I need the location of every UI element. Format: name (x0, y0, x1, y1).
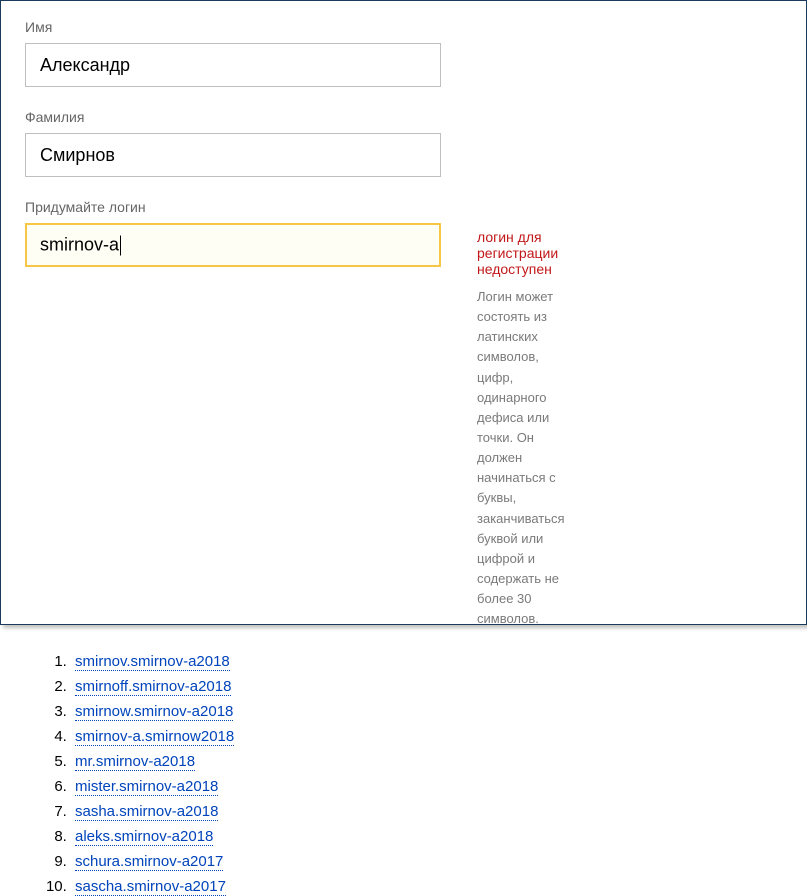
login-suggestion-link[interactable]: mister.smirnov-a2018 (75, 778, 218, 796)
login-suggestion-link[interactable]: smirnov-a.smirnow2018 (75, 728, 234, 746)
login-suggestion-item: sascha.smirnov-a2017 (71, 878, 441, 895)
first-name-label: Имя (25, 19, 441, 35)
login-suggestion-link[interactable]: schura.smirnov-a2017 (75, 853, 223, 871)
login-suggestion-link[interactable]: mr.smirnov-a2018 (75, 753, 195, 771)
last-name-field-block: Фамилия (25, 109, 441, 177)
first-name-input[interactable] (25, 43, 441, 87)
login-suggestion-item: mister.smirnov-a2018 (71, 778, 441, 795)
login-suggestion-link[interactable]: smirnow.smirnov-a2018 (75, 703, 233, 721)
last-name-input[interactable] (25, 133, 441, 177)
login-field-block: Придумайте логин smirnov-a (25, 199, 441, 267)
first-name-field-block: Имя (25, 19, 441, 87)
login-label: Придумайте логин (25, 199, 441, 215)
login-suggestions-list: smirnov.smirnov-a2018 smirnoff.smirnov-a2… (25, 653, 441, 895)
registration-form-panel: Имя Фамилия Придумайте логин smirnov-a л… (0, 0, 807, 625)
login-error-message: логин для регистрации недоступен (477, 229, 565, 277)
login-suggestion-item: mr.smirnov-a2018 (71, 753, 441, 770)
login-suggestion-link[interactable]: sascha.smirnov-a2017 (75, 878, 226, 896)
login-suggestion-item: smirnoff.smirnov-a2018 (71, 678, 441, 695)
login-suggestion-item: smirnow.smirnov-a2018 (71, 703, 441, 720)
login-suggestion-item: aleks.smirnov-a2018 (71, 828, 441, 845)
login-suggestion-link[interactable]: smirnoff.smirnov-a2018 (75, 678, 231, 696)
last-name-label: Фамилия (25, 109, 441, 125)
login-validation-panel: логин для регистрации недоступен Логин м… (477, 229, 565, 629)
login-suggestion-link[interactable]: sasha.smirnov-a2018 (75, 803, 218, 821)
login-suggestion-item: smirnov.smirnov-a2018 (71, 653, 441, 670)
login-suggestion-item: sasha.smirnov-a2018 (71, 803, 441, 820)
login-suggestion-link[interactable]: smirnov.smirnov-a2018 (75, 653, 230, 671)
login-input[interactable] (25, 223, 441, 267)
login-suggestion-item: smirnov-a.smirnow2018 (71, 728, 441, 745)
login-suggestion-link[interactable]: aleks.smirnov-a2018 (75, 828, 213, 846)
login-hint-text: Логин может состоять из латинских символ… (477, 287, 565, 629)
login-suggestion-item: schura.smirnov-a2017 (71, 853, 441, 870)
